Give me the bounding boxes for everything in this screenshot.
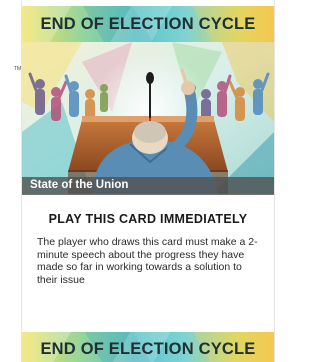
page: TM END OF ELECTION CYCLE State of the Un… [0,0,289,362]
card-body-text: The player who draws this card must make… [37,236,258,286]
card-header-band: END OF ELECTION CYCLE [22,6,274,42]
election-cycle-card[interactable]: END OF ELECTION CYCLE State of the Union… [21,0,275,362]
state-of-the-union-illustration [22,42,274,194]
card-footer-band: END OF ELECTION CYCLE [22,332,274,362]
card-illustration [22,42,274,194]
card-caption-bar: State of the Union [22,177,274,195]
card-footer-title: END OF ELECTION CYCLE [40,340,256,358]
card-caption: State of the Union [30,179,129,191]
card-instruction: PLAY THIS CARD IMMEDIATELY [48,212,248,226]
card-header-title: END OF ELECTION CYCLE [40,15,256,33]
